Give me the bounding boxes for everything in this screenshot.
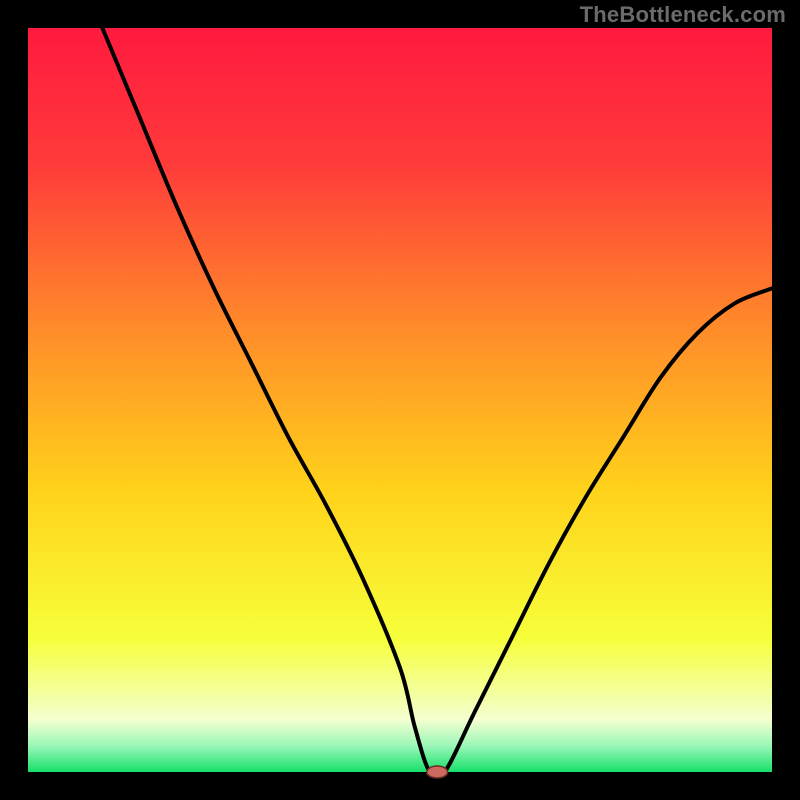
gradient-background	[28, 28, 772, 772]
optimal-point-marker	[427, 766, 448, 778]
attribution-label: TheBottleneck.com	[580, 2, 786, 28]
bottleneck-chart	[0, 0, 800, 800]
chart-frame: { "attribution": "TheBottleneck.com", "c…	[0, 0, 800, 800]
